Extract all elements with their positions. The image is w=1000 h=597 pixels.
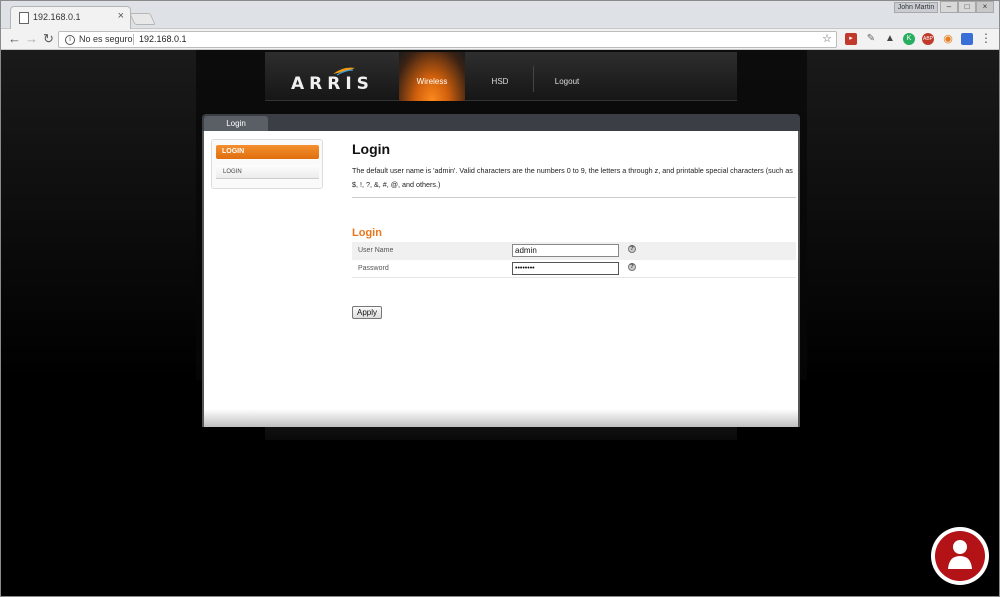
browser-toolbar: ← → ↻ i No es seguro 192.168.0.1 ☆ ▸ ✎ ▲… bbox=[1, 29, 999, 50]
tab-login[interactable]: Login bbox=[204, 116, 268, 131]
pdf-extension-icon[interactable]: ▸ bbox=[845, 33, 857, 45]
user-profile-chip[interactable]: John Martin bbox=[894, 2, 938, 13]
back-button[interactable]: ← bbox=[8, 31, 21, 47]
dropper-extension-icon[interactable]: ▲ bbox=[884, 33, 896, 45]
arris-logo: ARRIS bbox=[291, 74, 374, 94]
paint-extension-icon[interactable]: ◉ bbox=[942, 33, 954, 45]
divider bbox=[352, 197, 796, 198]
page-icon bbox=[19, 12, 29, 24]
abp-extension-icon[interactable]: ABP bbox=[922, 33, 934, 45]
side-menu-login-active[interactable]: LOGIN bbox=[216, 145, 319, 159]
background-right bbox=[807, 50, 999, 380]
password-help-icon[interactable]: ? bbox=[628, 263, 636, 271]
close-tab-icon[interactable]: × bbox=[118, 10, 124, 22]
tab-title: 192.168.0.1 bbox=[33, 12, 81, 22]
password-input[interactable] bbox=[512, 262, 619, 275]
password-label: Password bbox=[358, 265, 389, 272]
login-panel: LOGIN LOGIN Login The default user name … bbox=[202, 131, 800, 427]
security-label: No es seguro bbox=[79, 34, 133, 44]
page-title: Login bbox=[352, 141, 391, 157]
router-header: ARRIS Wireless HSD Logout bbox=[265, 52, 737, 101]
url-text[interactable]: 192.168.0.1 bbox=[139, 34, 187, 44]
side-menu: LOGIN LOGIN bbox=[211, 139, 323, 189]
panel-tabstrip: Login bbox=[202, 114, 800, 131]
username-input[interactable] bbox=[512, 244, 619, 257]
password-row: Password ? bbox=[352, 260, 796, 278]
username-help-icon[interactable]: ? bbox=[628, 245, 636, 253]
forward-button[interactable]: → bbox=[25, 31, 38, 47]
router-page: ARRIS Wireless HSD Logout Login LOGIN LO… bbox=[1, 50, 999, 596]
watermark-inner bbox=[935, 531, 985, 581]
person-icon bbox=[948, 540, 972, 569]
side-menu-login-item[interactable]: LOGIN bbox=[216, 165, 319, 179]
background-left bbox=[1, 50, 196, 380]
maximize-button[interactable]: □ bbox=[958, 1, 976, 13]
title-bar: 192.168.0.1 × John Martin – □ × bbox=[1, 1, 999, 30]
square-extension-icon[interactable] bbox=[961, 33, 973, 45]
nav-wireless[interactable]: Wireless bbox=[399, 52, 465, 101]
new-tab-button[interactable] bbox=[129, 13, 156, 25]
address-bar[interactable]: i No es seguro 192.168.0.1 ☆ bbox=[58, 31, 837, 48]
k-extension-icon[interactable]: K bbox=[903, 33, 915, 45]
chrome-menu-icon[interactable]: ⋮ bbox=[980, 32, 992, 45]
username-label: User Name bbox=[358, 247, 394, 254]
nav-divider bbox=[533, 66, 534, 92]
section-title: Login bbox=[352, 227, 382, 239]
url-separator bbox=[133, 34, 134, 45]
pencil-extension-icon[interactable]: ✎ bbox=[865, 33, 877, 45]
browser-window: 192.168.0.1 × John Martin – □ × ← → ↻ i … bbox=[0, 0, 1000, 597]
close-window-button[interactable]: × bbox=[976, 1, 994, 13]
browser-tab[interactable]: 192.168.0.1 × bbox=[10, 6, 131, 30]
minimize-button[interactable]: – bbox=[940, 1, 958, 13]
bookmark-star-icon[interactable]: ☆ bbox=[822, 32, 832, 45]
username-row: User Name ? bbox=[352, 242, 796, 260]
panel-footer bbox=[204, 409, 798, 427]
info-icon[interactable]: i bbox=[65, 35, 75, 45]
nav-hsd[interactable]: HSD bbox=[465, 52, 535, 101]
reload-button[interactable]: ↻ bbox=[43, 31, 54, 47]
apply-button[interactable]: Apply bbox=[352, 306, 382, 319]
watermark-logo bbox=[931, 527, 989, 585]
nav-logout[interactable]: Logout bbox=[535, 52, 599, 101]
login-description: The default user name is 'admin'. Valid … bbox=[352, 166, 793, 189]
